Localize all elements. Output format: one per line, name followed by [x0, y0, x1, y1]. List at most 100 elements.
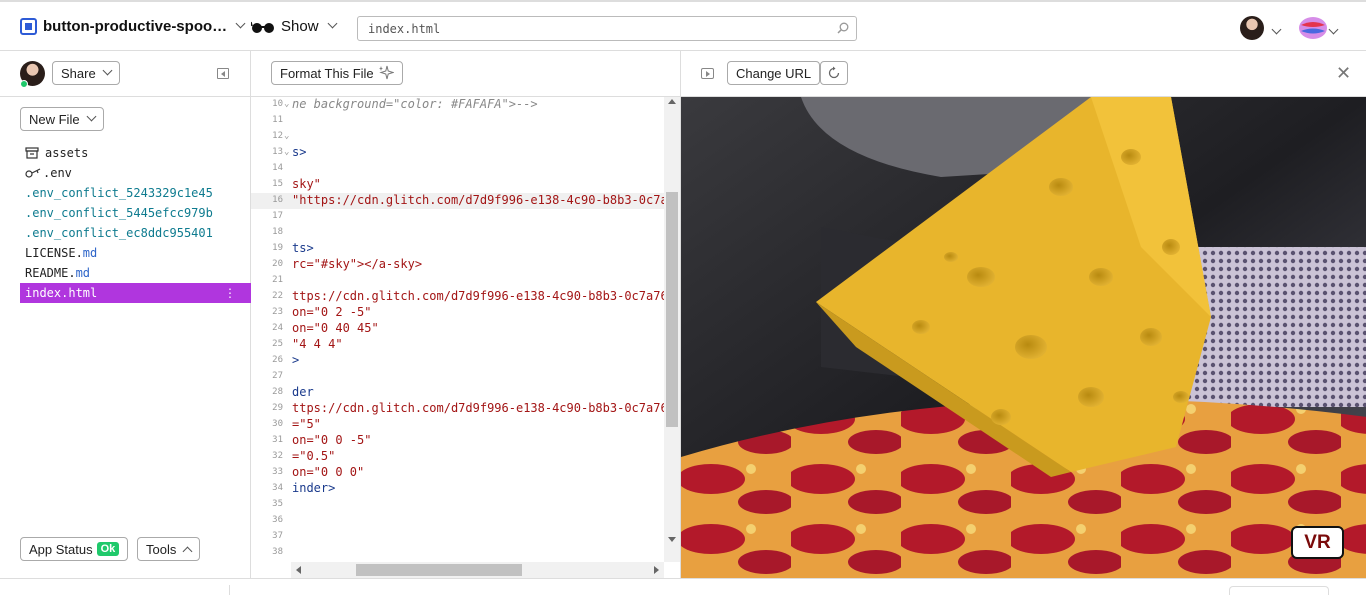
editor-horizontal-scrollbar[interactable]: [291, 562, 664, 578]
project-name: button-productive-spoo…: [43, 18, 228, 35]
code-line[interactable]: 33 on="0 0 0": [251, 465, 664, 481]
app-status-button[interactable]: App Status Ok: [20, 537, 129, 561]
code-line[interactable]: 19 ts>: [251, 241, 664, 257]
fold-chevron-icon[interactable]: ⌄: [284, 99, 289, 109]
scroll-up-arrow-icon[interactable]: [668, 99, 676, 104]
code-text: rc="#sky"></a-sky>: [292, 257, 423, 271]
code-line[interactable]: 26 >: [251, 353, 664, 369]
file-item-env-conflict-1[interactable]: .env_conflict_5243329c1e45: [20, 183, 251, 203]
code-text: ttps://cdn.glitch.com/d7d9f996-e138-4c90…: [292, 289, 664, 303]
file-item-env-conflict-3[interactable]: .env_conflict_ec8ddc955401: [20, 223, 251, 243]
show-menu[interactable]: Show: [251, 18, 337, 35]
show-label: Show: [281, 18, 319, 35]
code-line[interactable]: 23 on="0 2 -5": [251, 305, 664, 321]
new-file-button[interactable]: New File: [20, 107, 104, 131]
code-line[interactable]: 13 ⌄ s>: [251, 145, 664, 161]
code-area[interactable]: 10 ⌄ ne background="color: #FAFAFA">--> 11 1…: [251, 97, 664, 562]
format-file-button[interactable]: Format This File: [271, 61, 403, 85]
file-item-license[interactable]: LICENSE.md: [20, 243, 251, 263]
code-text: ="5": [292, 417, 321, 431]
file-item-readme[interactable]: README.md: [20, 263, 251, 283]
code-line[interactable]: 22 ttps://cdn.glitch.com/d7d9f996-e138-4c…: [251, 289, 664, 305]
line-number: 12: [272, 131, 283, 141]
close-icon[interactable]: ✕: [1336, 63, 1351, 84]
code-line[interactable]: 12 ⌄: [251, 129, 664, 145]
vr-mode-button[interactable]: VR: [1291, 526, 1344, 559]
chevron-down-icon[interactable]: [1271, 24, 1282, 35]
code-line[interactable]: 31 on="0 0 -5": [251, 433, 664, 449]
chevron-down-icon: [235, 18, 246, 29]
line-number: 31: [272, 435, 283, 445]
file-item-env-conflict-2[interactable]: .env_conflict_5445efcc979b: [20, 203, 251, 223]
line-number: 23: [272, 307, 283, 317]
top-bar: button-productive-spoo… Show index.html: [0, 0, 1366, 51]
change-url-button[interactable]: Change URL: [727, 61, 821, 85]
code-line[interactable]: 34 inder>: [251, 481, 664, 497]
refresh-icon: [828, 66, 840, 79]
line-number: 36: [272, 515, 283, 525]
bottom-bar: [0, 578, 1366, 595]
code-line[interactable]: 18: [251, 225, 664, 241]
team-logo-icon[interactable]: [1298, 15, 1328, 41]
scroll-right-arrow-icon[interactable]: [654, 566, 659, 574]
scroll-thumb[interactable]: [666, 192, 678, 427]
code-line[interactable]: 15 sky": [251, 177, 664, 193]
code-line[interactable]: 27: [251, 369, 664, 385]
scene-image: [681, 97, 1366, 578]
tools-button[interactable]: Tools: [137, 537, 201, 561]
code-text: on="0 2 -5": [292, 305, 372, 319]
code-line[interactable]: 20 rc="#sky"></a-sky>: [251, 257, 664, 273]
file-item-index-html[interactable]: index.html ⋮: [20, 283, 251, 303]
collapse-sidebar-icon[interactable]: [217, 68, 229, 79]
play-icon[interactable]: [701, 68, 714, 79]
sparkle-icon: [378, 65, 394, 80]
project-menu[interactable]: button-productive-spoo…: [20, 18, 246, 35]
code-line[interactable]: 21: [251, 273, 664, 289]
user-avatar[interactable]: [1240, 16, 1264, 40]
line-number: 18: [272, 227, 283, 237]
vr-scene-preview[interactable]: VR: [681, 97, 1366, 578]
file-search-input[interactable]: index.html: [357, 16, 857, 41]
line-number: 13: [272, 147, 283, 157]
code-text: sky": [292, 177, 321, 191]
code-line[interactable]: 36: [251, 513, 664, 529]
code-text: inder>: [292, 481, 336, 495]
line-number: 14: [272, 163, 283, 173]
file-item-env[interactable]: .env: [20, 163, 251, 183]
code-line[interactable]: 29 ttps://cdn.glitch.com/d7d9f996-e138-4c…: [251, 401, 664, 417]
scroll-thumb[interactable]: [356, 564, 522, 576]
code-line[interactable]: 35: [251, 497, 664, 513]
code-line[interactable]: 25 "4 4 4": [251, 337, 664, 353]
editor-vertical-scrollbar[interactable]: [664, 97, 680, 562]
line-number: 16: [272, 195, 283, 205]
scroll-left-arrow-icon[interactable]: [296, 566, 301, 574]
line-number: 22: [272, 291, 283, 301]
code-line[interactable]: 24 on="0 40 45": [251, 321, 664, 337]
project-logo-icon: [20, 18, 37, 35]
file-options-icon[interactable]: ⋮: [224, 286, 236, 300]
code-text: >: [292, 353, 300, 367]
code-text: "https://cdn.glitch.com/d7d9f996-e138-4c…: [292, 193, 664, 207]
chevron-down-icon: [102, 65, 113, 75]
code-line[interactable]: 11: [251, 113, 664, 129]
code-line[interactable]: 10 ⌄ ne background="color: #FAFAFA">-->: [251, 97, 664, 113]
fold-chevron-icon[interactable]: ⌄: [284, 147, 289, 157]
code-line[interactable]: 16 "https://cdn.glitch.com/d7d9f996-e138-…: [251, 193, 664, 209]
refresh-button[interactable]: [820, 61, 848, 85]
fold-chevron-icon[interactable]: ⌄: [284, 131, 289, 141]
code-line[interactable]: 28 der: [251, 385, 664, 401]
code-line[interactable]: 30 ="5": [251, 417, 664, 433]
code-line[interactable]: 17: [251, 209, 664, 225]
code-line[interactable]: 14: [251, 161, 664, 177]
scroll-down-arrow-icon[interactable]: [668, 537, 676, 542]
chevron-down-icon: [86, 111, 97, 121]
code-line[interactable]: 38: [251, 545, 664, 561]
file-item-assets[interactable]: assets: [20, 143, 251, 163]
chevron-down-icon[interactable]: [1328, 24, 1339, 35]
code-line[interactable]: 32 ="0.5": [251, 449, 664, 465]
share-label: Share: [61, 65, 96, 81]
line-number: 19: [272, 243, 283, 253]
code-text: ne background="color: #FAFAFA">-->: [292, 97, 538, 111]
code-line[interactable]: 37: [251, 529, 664, 545]
share-button[interactable]: Share: [52, 61, 120, 85]
